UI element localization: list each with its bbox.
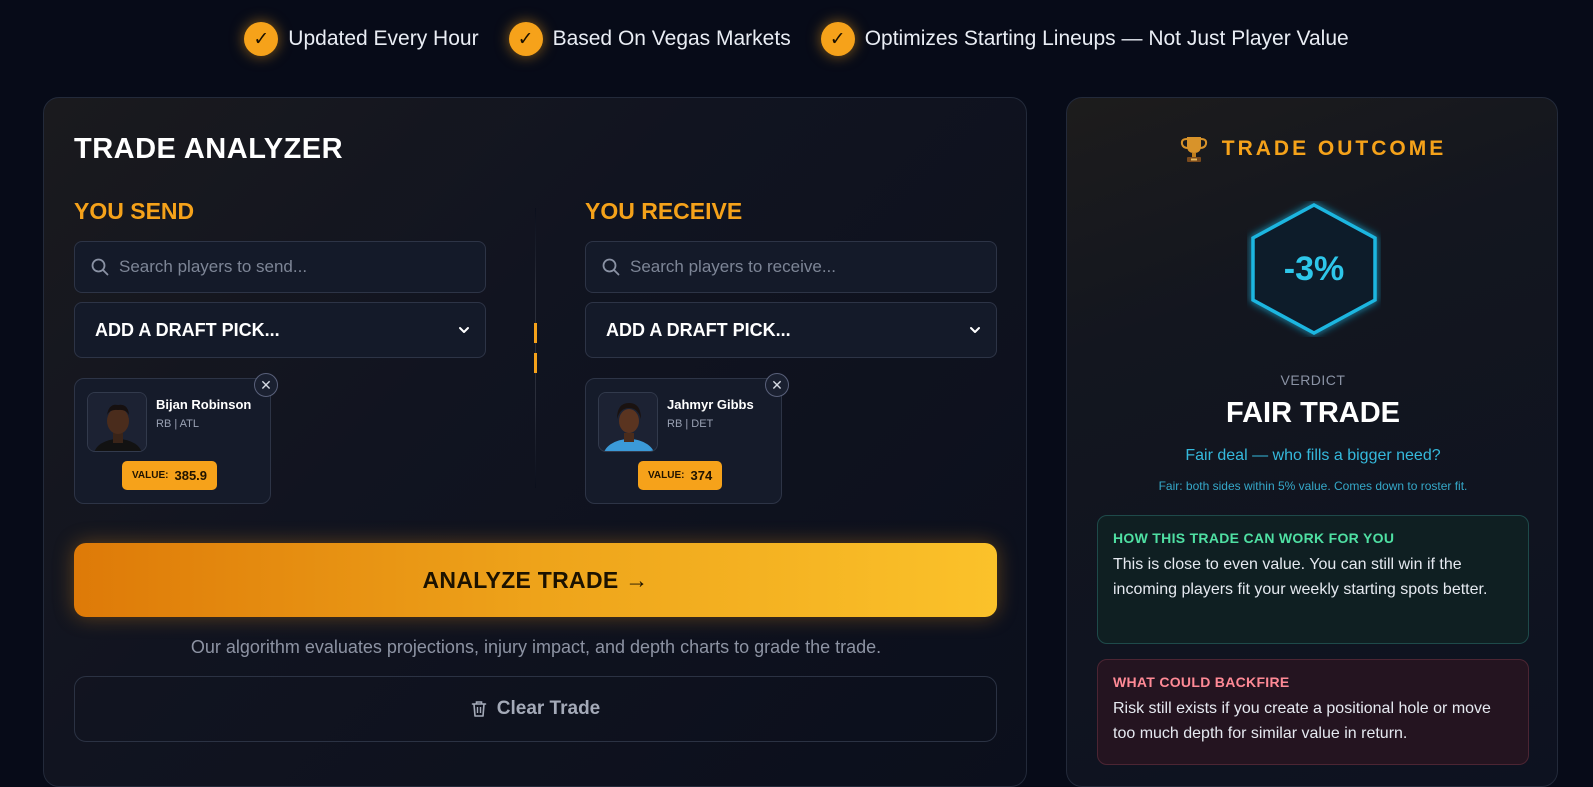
value-number: 385.9	[174, 468, 208, 483]
badge-optimizes-lineups: ✓ Optimizes Starting Lineups — Not Just …	[820, 22, 1349, 56]
trade-percent: -3%	[1283, 249, 1345, 288]
check-icon: ✓	[244, 22, 279, 56]
value-label: VALUE:	[132, 470, 169, 481]
feature-badges: ✓ Updated Every Hour ✓ Based On Vegas Ma…	[0, 22, 1593, 56]
trade-outcome-panel: TRADE OUTCOME -3% VERDICT FAIR TRADE Fai…	[1066, 97, 1558, 787]
how-it-works-box: HOW THIS TRADE CAN WORK FOR YOU This is …	[1097, 515, 1529, 644]
how-it-works-body: This is close to even value. You can sti…	[1113, 556, 1488, 598]
badge-updated-hourly: ✓ Updated Every Hour	[244, 22, 479, 56]
player-avatar	[87, 392, 147, 452]
player-position: RB | DET	[667, 418, 714, 430]
verdict: FAIR TRADE	[1226, 397, 1400, 429]
badge-label: Updated Every Hour	[288, 27, 479, 50]
receive-search-field[interactable]	[585, 241, 997, 293]
draft-pick-selected: ADD A DRAFT PICK...	[95, 319, 280, 340]
send-draft-pick-select[interactable]: ADD A DRAFT PICK...	[74, 302, 486, 358]
send-search-field[interactable]	[74, 241, 486, 293]
badge-label: Optimizes Starting Lineups — Not Just Pl…	[864, 27, 1349, 50]
send-player-card: Bijan Robinson RB | ATL ✕ VALUE: 385.9	[74, 373, 278, 504]
receive-player-card: Jahmyr Gibbs RB | DET ✕ VALUE: 374	[585, 373, 789, 504]
player-name: Jahmyr Gibbs	[667, 397, 754, 412]
player-avatar	[598, 392, 658, 452]
backfire-heading: WHAT COULD BACKFIRE	[1113, 674, 1290, 690]
check-icon: ✓	[820, 22, 855, 56]
outcome-header: TRADE OUTCOME	[1067, 134, 1559, 164]
search-icon	[602, 258, 620, 276]
value-label: VALUE:	[648, 470, 685, 481]
badge-label: Based On Vegas Markets	[552, 27, 791, 50]
value-number: 374	[690, 468, 713, 483]
verdict-subtitle: Fair deal — who fills a bigger need?	[1185, 447, 1441, 464]
verdict-label: VERDICT	[1280, 372, 1346, 388]
player-position: RB | ATL	[156, 418, 200, 430]
badge-vegas-markets: ✓ Based On Vegas Markets	[508, 22, 791, 56]
close-icon: ✕	[771, 376, 783, 393]
remove-player-button[interactable]: ✕	[765, 373, 789, 397]
draft-pick-selected: ADD A DRAFT PICK...	[606, 319, 791, 340]
clear-trade-label: Clear Trade	[496, 698, 601, 719]
chevron-down-icon	[459, 327, 469, 333]
algorithm-note: Our algorithm evaluates projections, inj…	[190, 637, 882, 657]
chevron-down-icon	[970, 327, 980, 333]
verdict-note: Fair: both sides within 5% value. Comes …	[1158, 479, 1468, 493]
receive-heading: YOU RECEIVE	[585, 198, 743, 224]
backfire-body: Risk still exists if you create a positi…	[1113, 700, 1491, 742]
close-icon: ✕	[260, 376, 272, 393]
receive-search-input[interactable]	[630, 257, 970, 277]
how-it-works-heading: HOW THIS TRADE CAN WORK FOR YOU	[1113, 530, 1395, 546]
player-name: Bijan Robinson	[156, 397, 252, 412]
trash-icon	[471, 701, 487, 717]
check-icon: ✓	[508, 22, 543, 56]
search-icon	[91, 258, 109, 276]
backfire-box: WHAT COULD BACKFIRE Risk still exists if…	[1097, 659, 1529, 765]
trade-analyzer-panel: TRADE ANALYZER YOU SEND YOU RECEIVE ADD …	[43, 97, 1027, 787]
value-badge: VALUE: 385.9	[122, 461, 218, 490]
remove-player-button[interactable]: ✕	[254, 373, 278, 397]
trophy-icon	[1180, 137, 1207, 162]
send-search-input[interactable]	[119, 257, 459, 277]
clear-trade-button[interactable]: Clear Trade	[74, 676, 997, 742]
receive-draft-pick-select[interactable]: ADD A DRAFT PICK...	[585, 302, 997, 358]
page-title: TRADE ANALYZER	[74, 133, 344, 165]
outcome-title: TRADE OUTCOME	[1221, 137, 1447, 160]
analyze-trade-button[interactable]: ANALYZE TRADE →	[74, 543, 997, 617]
value-badge: VALUE: 374	[638, 461, 723, 490]
column-divider-accent	[534, 323, 537, 373]
send-heading: YOU SEND	[74, 198, 195, 224]
